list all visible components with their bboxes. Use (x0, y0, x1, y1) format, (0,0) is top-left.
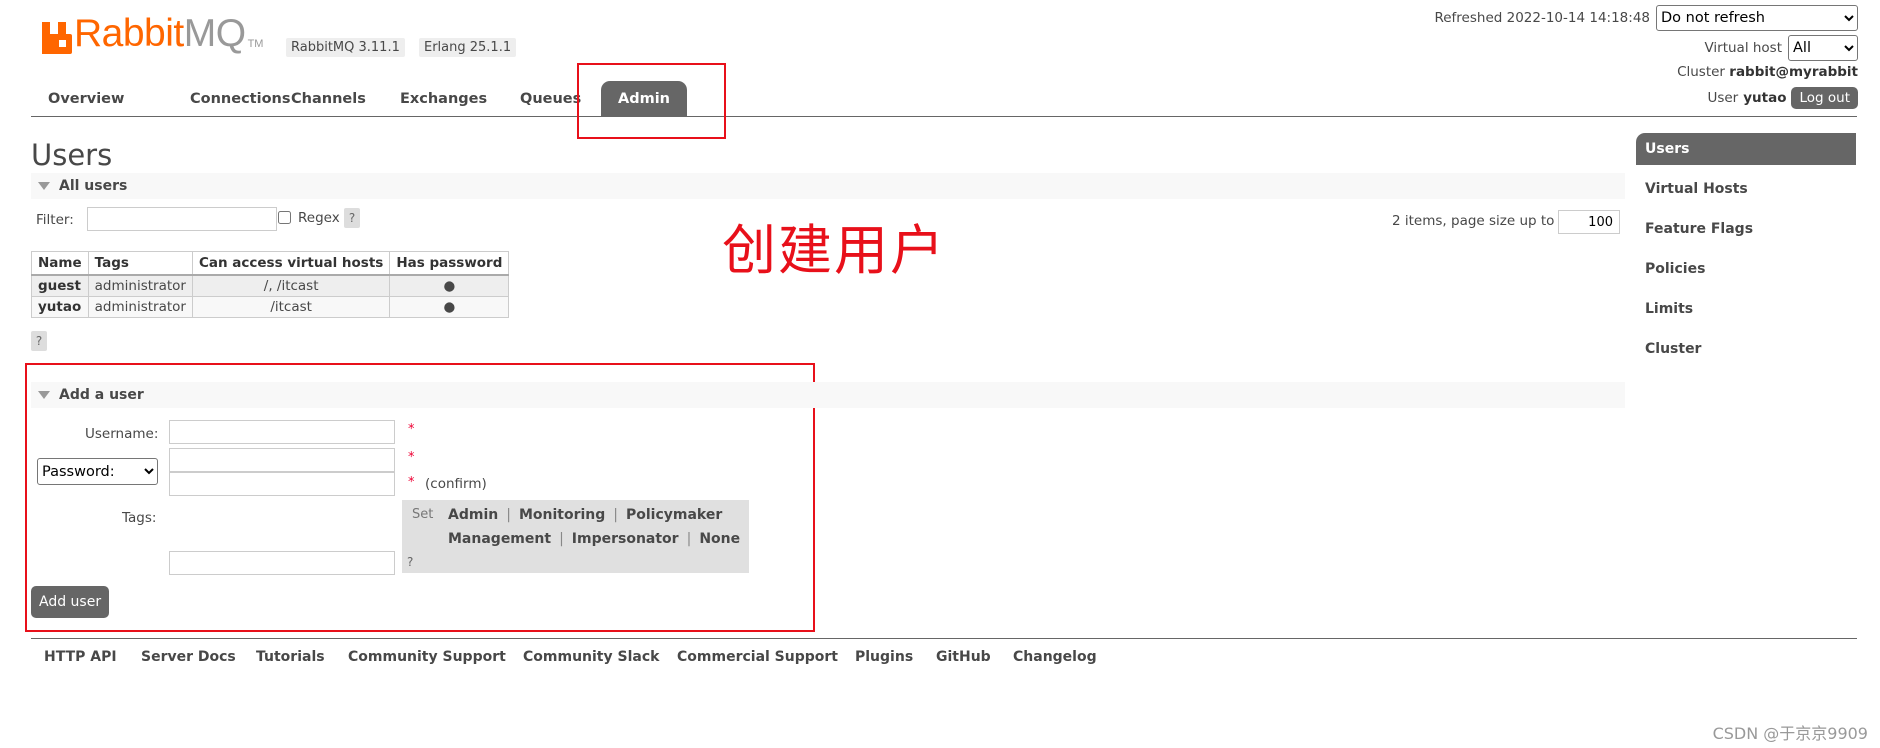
table-row: guest administrator /, /itcast ● (31, 274, 510, 297)
filter-label: Filter: (36, 212, 74, 228)
tag-presets-panel: Set Admin | Monitoring | Policymaker Managem… (402, 500, 749, 573)
tab-overview[interactable]: Overview (31, 81, 141, 117)
pagination-info: 2 items, page size up to (1392, 213, 1555, 229)
tags-label: Tags: (122, 510, 157, 526)
tag-set-label: Set (412, 507, 434, 522)
sidebar-item-cluster[interactable]: Cluster (1636, 333, 1856, 365)
tag-option-monitoring[interactable]: Monitoring (519, 507, 605, 523)
footer-link-http-api[interactable]: HTTP API (44, 649, 117, 665)
user-tags: administrator (87, 296, 193, 318)
add-user-section-header[interactable]: Add a user (31, 382, 1625, 408)
password-confirm-input[interactable] (169, 472, 395, 496)
annotation-text: 创建用户 (722, 219, 946, 282)
tag-option-impersonator[interactable]: Impersonator (572, 531, 679, 547)
column-header-has-password[interactable]: Has password (389, 251, 510, 276)
sidebar-item-policies[interactable]: Policies (1636, 253, 1856, 285)
user-label: User (1707, 90, 1739, 106)
erlang-version-badge: Erlang 25.1.1 (419, 38, 517, 57)
footer-divider (31, 638, 1857, 639)
username-label: Username: (85, 426, 159, 442)
current-user: yutao (1743, 90, 1787, 106)
required-mark: * (408, 450, 415, 465)
cluster-label: Cluster (1677, 64, 1725, 80)
footer-links: HTTP API Server Docs Tutorials Community… (0, 649, 1880, 669)
refreshed-timestamp: Refreshed 2022-10-14 14:18:48 (1434, 10, 1650, 26)
user-vhosts: /, /itcast (191, 274, 391, 297)
footer-link-commercial-support[interactable]: Commercial Support (677, 649, 838, 665)
username-input[interactable] (169, 420, 395, 444)
has-password-indicator: ● (389, 296, 510, 318)
required-mark: * (408, 475, 415, 490)
footer-link-plugins[interactable]: Plugins (855, 649, 913, 665)
footer-link-github[interactable]: GitHub (936, 649, 991, 665)
rabbitmq-version-badge: RabbitMQ 3.11.1 (286, 38, 405, 57)
sidebar-item-feature-flags[interactable]: Feature Flags (1636, 213, 1856, 245)
footer-link-community-support[interactable]: Community Support (348, 649, 506, 665)
has-password-indicator: ● (389, 274, 510, 297)
users-table: Name Tags Can access virtual hosts Has p… (31, 251, 510, 318)
collapse-triangle-icon (38, 182, 50, 190)
column-header-vhosts[interactable]: Can access virtual hosts (191, 251, 391, 276)
table-help-button[interactable]: ? (31, 331, 47, 351)
virtual-host-label: Virtual host (1704, 40, 1782, 56)
table-row: yutao administrator /itcast ● (31, 296, 510, 318)
tag-option-none[interactable]: None (699, 531, 740, 547)
tags-input[interactable] (169, 551, 395, 575)
user-name-link[interactable]: yutao (31, 296, 89, 318)
page-size-input[interactable] (1558, 210, 1620, 234)
confirm-hint: (confirm) (425, 476, 487, 492)
collapse-triangle-icon (38, 391, 50, 399)
sidebar-item-limits[interactable]: Limits (1636, 293, 1856, 325)
password-type-select[interactable]: Password: (37, 458, 158, 485)
all-users-heading: All users (59, 178, 128, 194)
admin-tab-highlight (577, 63, 726, 139)
add-user-heading: Add a user (59, 387, 144, 403)
column-header-name[interactable]: Name (31, 251, 89, 276)
all-users-section-header[interactable]: All users (31, 173, 1625, 199)
tag-option-management[interactable]: Management (448, 531, 551, 547)
footer-link-community-slack[interactable]: Community Slack (523, 649, 659, 665)
tab-exchanges[interactable]: Exchanges (383, 81, 504, 117)
tab-channels[interactable]: Channels (274, 81, 383, 117)
sidebar-item-virtual-hosts[interactable]: Virtual Hosts (1636, 173, 1856, 205)
footer-link-server-docs[interactable]: Server Docs (141, 649, 236, 665)
virtual-host-select[interactable]: All (1788, 35, 1858, 61)
sidebar-item-users[interactable]: Users (1636, 133, 1856, 165)
add-user-button[interactable]: Add user (31, 586, 110, 618)
footer-link-tutorials[interactable]: Tutorials (256, 649, 325, 665)
csdn-watermark: CSDN @于京京9909 (1712, 724, 1868, 743)
tag-option-admin[interactable]: Admin (448, 507, 498, 523)
rabbit-logo-icon (42, 22, 72, 54)
tags-help-button[interactable]: ? (407, 555, 413, 569)
required-mark: * (408, 422, 415, 437)
filter-help-button[interactable]: ? (344, 208, 360, 228)
cluster-name: rabbit@myrabbit (1729, 64, 1858, 80)
password-input[interactable] (169, 448, 395, 472)
refresh-interval-select[interactable]: Do not refresh (1656, 5, 1858, 31)
logo-trademark: TM (247, 38, 264, 50)
user-tags: administrator (87, 274, 193, 297)
tag-option-policymaker[interactable]: Policymaker (626, 507, 722, 523)
regex-label: Regex (298, 210, 340, 226)
tab-divider (31, 116, 1857, 117)
regex-checkbox[interactable] (278, 211, 291, 224)
rabbitmq-logo[interactable]: RabbitMQ TM (42, 14, 263, 54)
page-title: Users (31, 138, 113, 172)
logout-button[interactable]: Log out (1791, 87, 1858, 109)
footer-link-changelog[interactable]: Changelog (1013, 649, 1097, 665)
logo-wordmark: RabbitMQ (74, 12, 246, 55)
user-name-link[interactable]: guest (31, 274, 89, 297)
filter-input[interactable] (87, 207, 277, 231)
user-vhosts: /itcast (191, 296, 391, 318)
column-header-tags[interactable]: Tags (87, 251, 193, 276)
